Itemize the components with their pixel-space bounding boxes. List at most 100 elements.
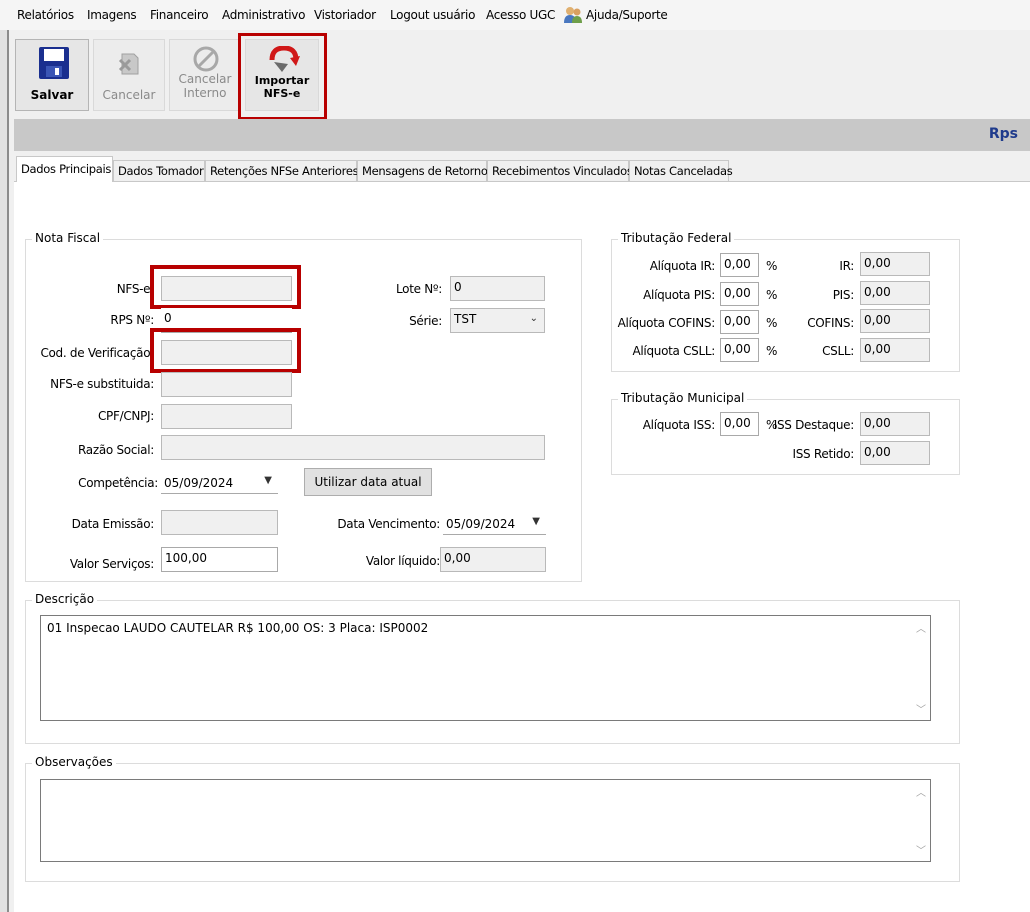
valor-liquido-label: Valor líquido: — [365, 554, 440, 568]
percent-sign: % — [766, 259, 778, 273]
nfse-label: NFS-e: — [116, 282, 155, 296]
menu-administrativo[interactable]: Administrativo — [222, 8, 305, 22]
scroll-down-icon[interactable]: ﹀ — [916, 701, 926, 716]
razao-social-label: Razão Social: — [78, 443, 154, 457]
import-button-highlight — [238, 33, 327, 120]
tributacao-municipal-title: Tributação Municipal — [618, 391, 748, 405]
save-button[interactable]: Salvar — [15, 39, 89, 111]
razao-social-field[interactable] — [161, 435, 545, 460]
chevron-down-icon[interactable]: ⌄ — [530, 313, 538, 324]
iss-destaque-label: ISS Destaque: — [773, 418, 855, 432]
menu-relatorios[interactable]: Relatórios — [17, 8, 74, 22]
pis-field[interactable]: 0,00 — [860, 281, 930, 305]
nota-fiscal-title: Nota Fiscal — [32, 231, 104, 245]
cancel-label: Cancelar — [102, 88, 156, 102]
toolbar: Salvar Cancelar Cancelar Interno Importa… — [11, 31, 1030, 116]
aliquota-csll-label: Alíquota CSLL: — [632, 344, 715, 358]
data-emissao-label: Data Emissão: — [71, 517, 155, 531]
valor-liquido-field[interactable]: 0,00 — [440, 547, 546, 572]
pis-label: PIS: — [832, 288, 855, 302]
tab-retencoes[interactable]: Retenções NFSe Anteriores — [205, 160, 359, 182]
cancel-button[interactable]: Cancelar — [93, 39, 165, 111]
data-emissao-field[interactable] — [161, 510, 278, 535]
observacoes-scrollbar[interactable]: ︿ ﹀ — [913, 780, 930, 861]
nfse-substituida-label: NFS-e substituida: — [50, 377, 154, 391]
save-label: Salvar — [30, 88, 74, 102]
floppy-disk-icon — [38, 46, 70, 83]
cod-verificacao-highlight — [150, 328, 301, 373]
lote-field[interactable]: 0 — [450, 276, 545, 301]
competencia-label: Competência: — [78, 476, 158, 490]
aliquota-ir-field[interactable]: 0,00 — [720, 253, 759, 277]
rps-label: RPS Nº: — [110, 313, 154, 327]
tributacao-federal-title: Tributação Federal — [618, 231, 735, 245]
aliquota-cofins-label: Alíquota COFINS: — [617, 316, 716, 330]
iss-retido-field[interactable]: 0,00 — [860, 441, 930, 465]
percent-sign: % — [766, 288, 778, 302]
tab-notas-canceladas[interactable]: Notas Canceladas — [629, 160, 733, 182]
menu-vistoriador[interactable]: Vistoriador — [314, 8, 376, 22]
tab-strip: Dados Principais Dados Tomador Retenções… — [14, 156, 1030, 182]
dropdown-arrow-icon[interactable]: ▼ — [264, 475, 272, 486]
serie-select[interactable]: TST ⌄ — [450, 308, 545, 333]
serie-label: Série: — [409, 314, 442, 328]
data-vencimento-date-picker[interactable]: 05/09/2024 ▼ — [443, 512, 546, 535]
competencia-date-picker[interactable]: 05/09/2024 ▼ — [161, 471, 278, 494]
cofins-label: COFINS: — [807, 316, 854, 330]
aliquota-iss-field[interactable]: 0,00 — [720, 412, 759, 436]
tab-recebimentos[interactable]: Recebimentos Vinculados — [487, 160, 633, 182]
scroll-up-icon[interactable]: ︿ — [916, 784, 926, 799]
descricao-scrollbar[interactable]: ︿ ﹀ — [913, 616, 930, 720]
left-window-edge — [0, 30, 9, 912]
menu-acesso-ugc[interactable]: Acesso UGC — [486, 8, 555, 22]
descricao-textarea[interactable]: 01 Inspecao LAUDO CAUTELAR R$ 100,00 OS:… — [40, 615, 931, 721]
descricao-title: Descrição — [32, 592, 98, 606]
csll-field[interactable]: 0,00 — [860, 338, 930, 362]
menu-bar: Relatórios Imagens Financeiro Administra… — [0, 0, 1030, 30]
lote-label: Lote Nº: — [396, 282, 442, 296]
cofins-field[interactable]: 0,00 — [860, 309, 930, 333]
cpf-cnpj-field[interactable] — [161, 404, 292, 429]
ir-label: IR: — [839, 259, 854, 273]
menu-ajuda-suporte[interactable]: Ajuda/Suporte — [586, 8, 668, 22]
iss-retido-label: ISS Retido: — [792, 447, 854, 461]
descricao-text: 01 Inspecao LAUDO CAUTELAR R$ 100,00 OS:… — [47, 621, 429, 635]
aliquota-ir-label: Alíquota IR: — [649, 259, 716, 273]
competencia-value: 05/09/2024 — [164, 476, 234, 490]
menu-imagens[interactable]: Imagens — [87, 8, 137, 22]
valor-servicos-label: Valor Serviços: — [69, 557, 154, 571]
aliquota-csll-field[interactable]: 0,00 — [720, 338, 759, 362]
scroll-down-icon[interactable]: ﹀ — [916, 842, 926, 857]
valor-servicos-field[interactable]: 100,00 — [161, 547, 278, 572]
cancel-document-icon — [116, 50, 144, 81]
tab-mensagens-retorno[interactable]: Mensagens de Retorno — [357, 160, 488, 182]
aliquota-cofins-field[interactable]: 0,00 — [720, 310, 759, 334]
tab-dados-tomador[interactable]: Dados Tomador — [113, 160, 205, 182]
observacoes-title: Observações — [32, 755, 116, 769]
serie-value: TST — [454, 312, 477, 326]
nfse-substituida-field[interactable] — [161, 372, 292, 397]
percent-sign: % — [766, 316, 778, 330]
cancel-internal-button[interactable]: Cancelar Interno — [169, 39, 241, 111]
aliquota-pis-field[interactable]: 0,00 — [720, 282, 759, 306]
menu-logout[interactable]: Logout usuário — [390, 8, 475, 22]
cancel-internal-label: Cancelar Interno — [178, 72, 232, 100]
aliquota-pis-label: Alíquota PIS: — [643, 288, 715, 302]
ir-field[interactable]: 0,00 — [860, 252, 930, 276]
data-vencimento-label: Data Vencimento: — [337, 517, 440, 531]
tab-dados-principais[interactable]: Dados Principais — [16, 156, 113, 182]
use-current-date-button[interactable]: Utilizar data atual — [304, 468, 432, 496]
observacoes-textarea[interactable]: ︿ ﹀ — [40, 779, 931, 862]
dropdown-arrow-icon[interactable]: ▼ — [532, 516, 540, 527]
csll-label: CSLL: — [822, 344, 854, 358]
aliquota-iss-label: Alíquota ISS: — [642, 418, 716, 432]
iss-destaque-field[interactable]: 0,00 — [860, 412, 930, 436]
cod-verificacao-label: Cod. de Verificação: — [40, 346, 154, 360]
menu-financeiro[interactable]: Financeiro — [150, 8, 209, 22]
cpf-cnpj-label: CPF/CNPJ: — [97, 409, 154, 423]
support-users-icon — [563, 5, 583, 25]
scroll-up-icon[interactable]: ︿ — [916, 620, 926, 635]
data-vencimento-value: 05/09/2024 — [446, 517, 516, 531]
page-title: Rps — [988, 126, 1018, 142]
header-strip: Rps — [14, 119, 1030, 151]
